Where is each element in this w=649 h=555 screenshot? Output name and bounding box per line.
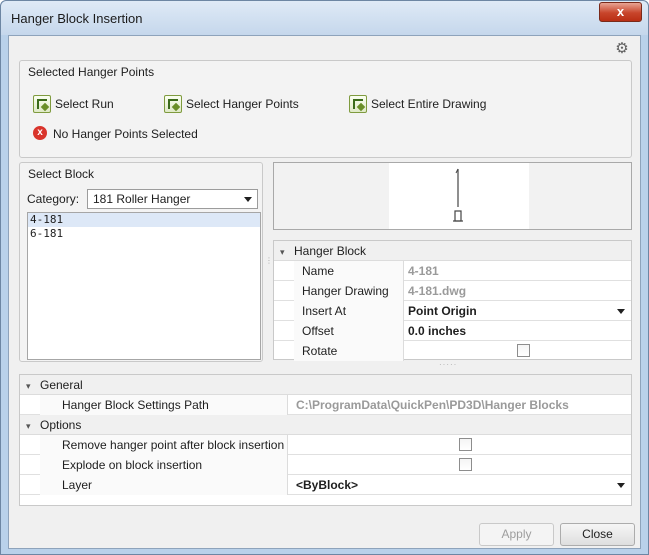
group-title: Select Block bbox=[28, 167, 95, 181]
collapse-icon: ▾ bbox=[280, 247, 285, 257]
prop-key: Offset bbox=[294, 321, 404, 341]
select-entire-drawing-label: Select Entire Drawing bbox=[371, 97, 487, 111]
window-close-button[interactable]: x bbox=[599, 2, 642, 22]
prop-key: Insert At bbox=[294, 301, 404, 321]
prop-key: Hanger Block Settings Path bbox=[40, 395, 288, 415]
gear-icon[interactable]: ⚙ bbox=[614, 41, 630, 57]
hanger-block-icon bbox=[453, 168, 463, 222]
settings-grid: ▾ General Hanger Block Settings Path C:\P… bbox=[19, 374, 632, 506]
close-icon: x bbox=[616, 4, 625, 19]
select-points-icon bbox=[164, 95, 182, 113]
collapse-icon: ▾ bbox=[26, 381, 31, 391]
select-hanger-points-label: Select Hanger Points bbox=[186, 97, 299, 111]
category-dropdown[interactable]: 181 Roller Hanger bbox=[87, 189, 258, 209]
select-run-label: Select Run bbox=[55, 97, 114, 111]
dialog-body: ⚙ Selected Hanger Points Select Run Sele… bbox=[8, 35, 641, 549]
select-run-button[interactable]: Select Run bbox=[33, 93, 114, 115]
rotate-checkbox[interactable] bbox=[517, 344, 530, 357]
insert-at-value[interactable]: Point Origin bbox=[404, 301, 477, 321]
selection-status: No Hanger Points Selected bbox=[53, 127, 198, 141]
layer-row[interactable]: Layer <ByBlock> bbox=[20, 475, 631, 495]
chevron-down-icon bbox=[244, 197, 252, 202]
apply-button[interactable]: Apply bbox=[479, 523, 554, 546]
select-drawing-icon bbox=[349, 95, 367, 113]
prop-key: Explode on block insertion bbox=[40, 455, 288, 475]
block-list[interactable]: 4-181 6-181 bbox=[27, 212, 261, 360]
select-hanger-points-button[interactable]: Select Hanger Points bbox=[164, 93, 299, 115]
prop-key: Layer bbox=[40, 475, 288, 495]
remove-point-checkbox[interactable] bbox=[459, 438, 472, 451]
hanger-block-grid: ▾ Hanger Block Name 4-181 Hanger Drawing … bbox=[273, 240, 632, 361]
splitter-grip-horizontal[interactable]: ····· bbox=[439, 360, 457, 369]
remove-point-row: Remove hanger point after block insertio… bbox=[20, 435, 631, 455]
prop-key: Rotate bbox=[294, 341, 404, 361]
prop-key: Remove hanger point after block insertio… bbox=[40, 435, 288, 455]
section-label: Hanger Block bbox=[294, 244, 367, 258]
layer-value[interactable]: <ByBlock> bbox=[292, 475, 358, 495]
prop-row-rotate: Rotate bbox=[274, 341, 631, 361]
options-section[interactable]: ▾ Options bbox=[20, 415, 631, 435]
settings-path-row: Hanger Block Settings Path C:\ProgramDat… bbox=[20, 395, 631, 415]
prop-row-offset[interactable]: Offset 0.0 inches bbox=[274, 321, 631, 341]
hanger-block-section[interactable]: ▾ Hanger Block bbox=[274, 241, 631, 261]
window-title: Hanger Block Insertion bbox=[11, 11, 143, 26]
chevron-down-icon[interactable] bbox=[617, 483, 625, 488]
preview-canvas bbox=[389, 163, 529, 229]
explode-row: Explode on block insertion bbox=[20, 455, 631, 475]
prop-row-drawing: Hanger Drawing 4-181.dwg bbox=[274, 281, 631, 301]
list-item[interactable]: 6-181 bbox=[28, 227, 260, 241]
close-button[interactable]: Close bbox=[560, 523, 635, 546]
select-entire-drawing-button[interactable]: Select Entire Drawing bbox=[349, 93, 486, 115]
prop-row-name: Name 4-181 bbox=[274, 261, 631, 281]
section-label: Options bbox=[40, 418, 82, 432]
settings-path-value: C:\ProgramData\QuickPen\PD3D\Hanger Bloc… bbox=[296, 398, 569, 412]
group-title: Selected Hanger Points bbox=[28, 65, 155, 79]
offset-value[interactable]: 0.0 inches bbox=[404, 321, 466, 341]
error-icon: x bbox=[33, 126, 47, 140]
prop-value: 4-181 bbox=[408, 264, 439, 278]
prop-key: Hanger Drawing bbox=[294, 281, 404, 301]
prop-row-insert-at[interactable]: Insert At Point Origin bbox=[274, 301, 631, 321]
prop-key: Name bbox=[294, 261, 404, 281]
dialog-window: Hanger Block Insertion x ⚙ Selected Hang… bbox=[0, 0, 649, 555]
chevron-down-icon[interactable] bbox=[617, 309, 625, 314]
title-bar: Hanger Block Insertion x bbox=[1, 1, 648, 35]
splitter-grip[interactable]: ⋮ bbox=[265, 256, 273, 265]
block-preview bbox=[273, 162, 632, 230]
general-section[interactable]: ▾ General bbox=[20, 375, 631, 395]
category-label: Category: bbox=[27, 192, 80, 206]
collapse-icon: ▾ bbox=[26, 421, 31, 431]
list-item[interactable]: 4-181 bbox=[28, 213, 260, 227]
explode-checkbox[interactable] bbox=[459, 458, 472, 471]
category-value: 181 Roller Hanger bbox=[93, 192, 191, 206]
section-label: General bbox=[40, 378, 83, 392]
prop-value: 4-181.dwg bbox=[408, 284, 467, 298]
select-run-icon bbox=[33, 95, 51, 113]
